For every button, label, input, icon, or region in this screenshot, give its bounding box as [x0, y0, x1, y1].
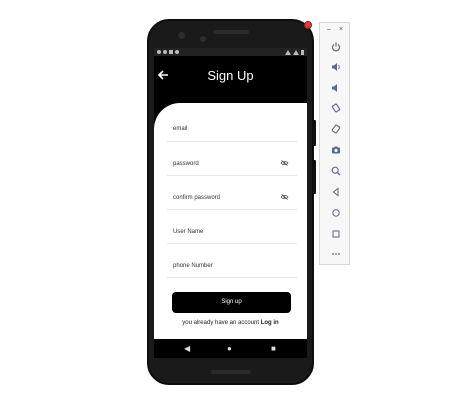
- username-label: User Name: [173, 229, 204, 235]
- close-button[interactable]: ×: [339, 26, 343, 33]
- more-icon[interactable]: [320, 247, 351, 261]
- front-camera: [178, 32, 185, 39]
- bottom-speaker: [211, 370, 251, 374]
- wifi-icon: [285, 49, 291, 55]
- sim-status-icon: [169, 50, 173, 54]
- settings-status-icon: [157, 50, 161, 54]
- emulator-stage: Sign Up email password confirm password: [0, 0, 474, 406]
- camera-icon[interactable]: [320, 143, 351, 157]
- rotate-left-icon[interactable]: [320, 101, 351, 115]
- eye-off-icon[interactable]: [280, 160, 289, 166]
- password-field[interactable]: password: [167, 149, 297, 176]
- status-left-icons: [157, 50, 179, 54]
- app-bar: Sign Up: [154, 56, 307, 96]
- overview-icon[interactable]: [320, 227, 351, 241]
- app-status-icon: [175, 50, 179, 54]
- back-icon[interactable]: [320, 185, 351, 199]
- account-text: you already have an account: [182, 320, 260, 326]
- android-nav-bar: ◀ ● ■: [154, 339, 307, 358]
- signup-button[interactable]: Sign up: [172, 292, 291, 313]
- phone-number-field[interactable]: phone Number: [167, 251, 297, 278]
- home-icon[interactable]: [320, 206, 351, 220]
- status-bar: [154, 48, 307, 56]
- emulator-close-dot[interactable]: [304, 21, 312, 29]
- volume-down-icon[interactable]: [320, 81, 351, 95]
- status-right-icons: [285, 49, 304, 55]
- eye-off-icon[interactable]: [280, 194, 289, 200]
- volume-up-icon[interactable]: [320, 60, 351, 74]
- signup-form-card: email password confirm password User Nam…: [154, 103, 307, 339]
- power-icon[interactable]: [320, 40, 351, 54]
- login-prompt: you already have an account Log in: [154, 320, 307, 326]
- phone-number-label: phone Number: [173, 263, 213, 269]
- password-label: password: [173, 161, 199, 167]
- username-field[interactable]: User Name: [167, 217, 297, 244]
- nav-home-icon[interactable]: ●: [227, 344, 232, 353]
- volume-side-button[interactable]: [313, 160, 316, 194]
- rotate-right-icon[interactable]: [320, 122, 351, 136]
- email-label: email: [173, 126, 188, 132]
- battery-icon: [301, 49, 304, 55]
- login-link[interactable]: Log in: [261, 320, 279, 326]
- minimize-button[interactable]: –: [327, 26, 331, 33]
- nav-back-icon[interactable]: ◀: [184, 344, 190, 353]
- phone-screen: Sign Up email password confirm password: [154, 48, 307, 358]
- earpiece-speaker: [213, 30, 249, 34]
- power-side-button[interactable]: [313, 120, 316, 146]
- zoom-icon[interactable]: [320, 164, 351, 178]
- confirm-password-field[interactable]: confirm password: [167, 183, 297, 210]
- confirm-password-label: confirm password: [173, 195, 221, 201]
- page-title: Sign Up: [207, 68, 254, 83]
- front-sensor: [200, 36, 206, 42]
- signal-icon: [293, 49, 299, 55]
- notification-status-icon: [163, 50, 167, 54]
- email-field[interactable]: email: [167, 115, 297, 142]
- nav-recents-icon[interactable]: ■: [271, 344, 276, 353]
- emulator-toolbar: – ×: [319, 22, 350, 265]
